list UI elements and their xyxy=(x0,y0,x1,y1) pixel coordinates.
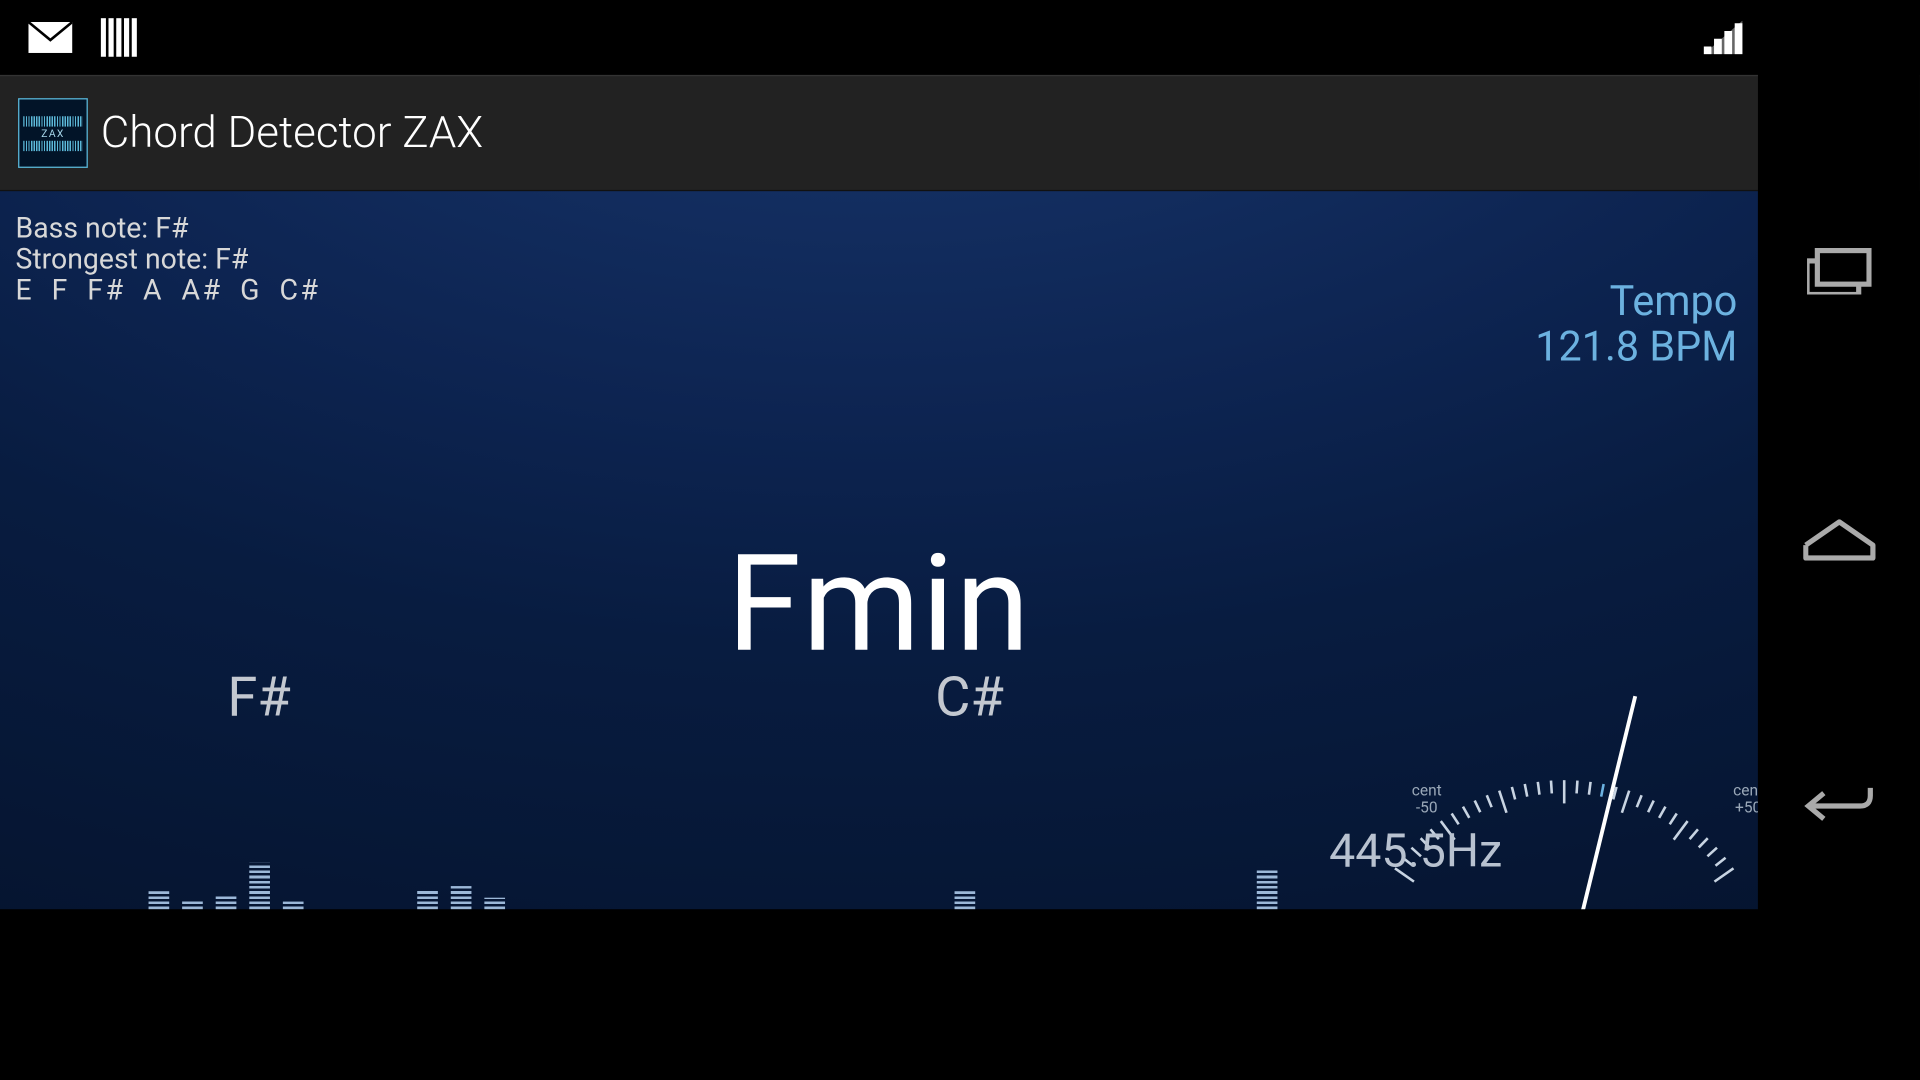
bass-note-value: F# xyxy=(155,213,188,245)
app-icon: ZAX xyxy=(18,98,88,168)
status-bar: 7:33 xyxy=(0,0,1919,75)
strongest-note-label: Strongest note: xyxy=(15,244,208,276)
chord-sub-note-right: C# xyxy=(935,666,1004,729)
signal-icon xyxy=(1703,21,1742,55)
system-nav-bar xyxy=(1758,0,1919,1080)
spectrum-bar xyxy=(417,889,438,910)
spectrum-bar xyxy=(1257,868,1278,909)
bass-note-label: Bass note: xyxy=(15,213,148,245)
spectrum-bar xyxy=(484,898,505,910)
spectrum-bar xyxy=(182,899,203,909)
spectrum-bar xyxy=(249,863,270,909)
spectrum-bar xyxy=(955,891,976,909)
main-content: Bass note: F# Strongest note: F# E F F# … xyxy=(0,191,1758,909)
tuner-frequency: 445.5Hz xyxy=(1329,824,1502,878)
back-button[interactable] xyxy=(1797,778,1880,840)
detected-notes-list: E F F# A A# G C# xyxy=(15,276,320,307)
chord-sub-note-left: F# xyxy=(227,666,290,729)
app-bar: ZAX Chord Detector ZAX xyxy=(0,75,1919,191)
spectrum-bar xyxy=(451,886,472,909)
spectrum-analyzer xyxy=(149,832,1278,909)
spectrum-bar xyxy=(216,896,237,909)
mail-icon xyxy=(28,22,72,53)
tuner-dial: cent-50 cent+50 445.5Hz xyxy=(1345,651,1758,909)
app-title: Chord Detector ZAX xyxy=(101,107,1829,159)
bottom-bar xyxy=(0,909,1758,1079)
note-info-block: Bass note: F# Strongest note: F# E F F# … xyxy=(15,214,320,306)
home-button[interactable] xyxy=(1797,509,1880,571)
strongest-note-value: F# xyxy=(215,244,248,276)
recent-apps-button[interactable] xyxy=(1797,240,1880,302)
cent-scale-right: cent+50 xyxy=(1733,782,1758,816)
tempo-value: 121.8 BPM xyxy=(1535,324,1737,369)
cent-scale-left: cent-50 xyxy=(1412,782,1442,816)
tempo-label: Tempo xyxy=(1535,279,1737,324)
notification-app-icon xyxy=(101,18,137,57)
tempo-block: Tempo 121.8 BPM xyxy=(1535,279,1737,370)
spectrum-bar xyxy=(283,902,304,910)
spectrum-bar xyxy=(149,891,170,909)
